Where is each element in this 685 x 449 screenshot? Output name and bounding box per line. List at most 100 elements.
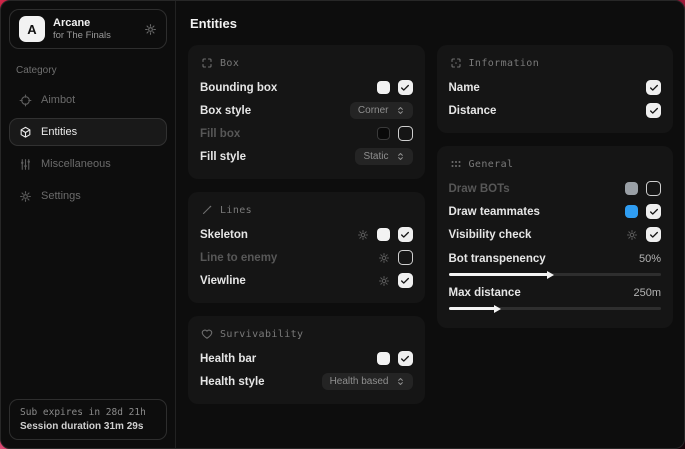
slider-thumb[interactable]: [547, 271, 554, 279]
dropdown-value: Static: [363, 151, 388, 162]
row-label: Line to enemy: [200, 252, 277, 264]
row-fill-style: Fill style Static: [200, 145, 413, 168]
row-bounding-box: Bounding box: [200, 76, 413, 99]
distance-checkbox[interactable]: [646, 103, 661, 118]
chevron-updown-icon: [396, 106, 405, 115]
draw-teammates-checkbox[interactable]: [646, 204, 661, 219]
health-style-dropdown[interactable]: Health based: [322, 373, 413, 390]
color-swatch[interactable]: [625, 182, 638, 195]
max-distance-slider[interactable]: [449, 307, 662, 310]
panel-general: General Draw BOTs Draw teammates: [437, 146, 674, 328]
row-label: Bot transpenency: [449, 253, 546, 265]
slider-value: 50%: [639, 253, 661, 265]
row-name: Name: [449, 76, 662, 99]
box-style-dropdown[interactable]: Corner: [350, 102, 413, 119]
info-scan-icon: [450, 57, 462, 69]
sidebar: A Arcane for The Finals Category: [1, 1, 176, 448]
heart-icon: [201, 328, 213, 340]
sidebar-item-miscellaneous[interactable]: Miscellaneous: [9, 150, 167, 178]
session-duration-text: Session duration 31m 29s: [20, 421, 156, 432]
row-label: Name: [449, 82, 480, 94]
color-swatch[interactable]: [377, 81, 390, 94]
skeleton-checkbox[interactable]: [398, 227, 413, 242]
subscription-info: Sub expires in 28d 21h Session duration …: [9, 399, 167, 440]
max-distance-setting: Max distance 250m: [449, 283, 662, 310]
main-content: Entities Box: [176, 1, 684, 448]
row-viewline: Viewline: [200, 269, 413, 292]
row-label: Box style: [200, 105, 251, 117]
bounding-box-checkbox[interactable]: [398, 80, 413, 95]
color-swatch[interactable]: [377, 228, 390, 241]
row-fill-box: Fill box: [200, 122, 413, 145]
row-box-style: Box style Corner: [200, 99, 413, 122]
page-title: Entities: [190, 16, 673, 31]
crosshair-icon: [19, 94, 32, 107]
row-label: Viewline: [200, 275, 246, 287]
row-label: Draw BOTs: [449, 183, 510, 195]
diagonal-line-icon: [201, 204, 213, 216]
panel-title: Information: [469, 58, 540, 69]
row-label: Fill style: [200, 151, 246, 163]
gear-icon[interactable]: [378, 275, 390, 287]
row-label: Max distance: [449, 287, 521, 299]
row-skeleton: Skeleton: [200, 223, 413, 246]
panel-survivability: Survivability Health bar Health style: [188, 316, 425, 404]
category-label: Category: [16, 65, 167, 76]
slider-thumb[interactable]: [494, 305, 501, 313]
panel-lines: Lines Skeleton: [188, 192, 425, 303]
gear-icon[interactable]: [144, 23, 157, 36]
row-draw-teammates: Draw teammates: [449, 200, 662, 223]
draw-bots-checkbox[interactable]: [646, 181, 661, 196]
row-draw-bots: Draw BOTs: [449, 177, 662, 200]
row-label: Bounding box: [200, 82, 277, 94]
sub-expires-text: Sub expires in 28d 21h: [20, 407, 156, 418]
name-checkbox[interactable]: [646, 80, 661, 95]
visibility-check-checkbox[interactable]: [646, 227, 661, 242]
row-label: Health style: [200, 376, 265, 388]
chevron-updown-icon: [396, 152, 405, 161]
viewfinder-icon: [201, 57, 213, 69]
sidebar-item-label: Miscellaneous: [41, 158, 111, 170]
panel-title: Lines: [220, 205, 252, 216]
slider-fill: [449, 307, 496, 310]
color-swatch[interactable]: [377, 127, 390, 140]
sidebar-item-settings[interactable]: Settings: [9, 182, 167, 210]
row-label: Fill box: [200, 128, 240, 140]
bot-transparency-setting: Bot transpenency 50%: [449, 249, 662, 276]
slider-value: 250m: [633, 287, 661, 299]
viewline-checkbox[interactable]: [398, 273, 413, 288]
gear-icon[interactable]: [626, 229, 638, 241]
row-label: Skeleton: [200, 229, 248, 241]
gear-icon[interactable]: [378, 252, 390, 264]
line-to-enemy-checkbox[interactable]: [398, 250, 413, 265]
color-swatch[interactable]: [625, 205, 638, 218]
dropdown-value: Corner: [358, 105, 389, 116]
panel-box: Box Bounding box Box style: [188, 45, 425, 179]
bot-transparency-slider[interactable]: [449, 273, 662, 276]
panel-information: Information Name Distance: [437, 45, 674, 133]
sidebar-item-aimbot[interactable]: Aimbot: [9, 86, 167, 114]
brand-subtitle: for The Finals: [53, 30, 111, 41]
panel-title: Survivability: [220, 329, 303, 340]
grid-dots-icon: [450, 158, 462, 170]
gear-icon: [19, 190, 32, 203]
fill-style-dropdown[interactable]: Static: [355, 148, 412, 165]
gear-icon[interactable]: [357, 229, 369, 241]
fill-box-checkbox[interactable]: [398, 126, 413, 141]
avatar: A: [19, 16, 45, 42]
entities-icon: [19, 126, 32, 139]
brand-card: A Arcane for The Finals: [9, 9, 167, 49]
sliders-icon: [19, 158, 32, 171]
app-window: A Arcane for The Finals Category: [0, 0, 685, 449]
panel-title: Box: [220, 58, 239, 69]
color-swatch[interactable]: [377, 352, 390, 365]
row-line-to-enemy: Line to enemy: [200, 246, 413, 269]
health-bar-checkbox[interactable]: [398, 351, 413, 366]
row-label: Draw teammates: [449, 206, 540, 218]
panel-title: General: [469, 159, 514, 170]
brand-title: Arcane: [53, 17, 111, 29]
row-label: Distance: [449, 105, 497, 117]
row-visibility-check: Visibility check: [449, 223, 662, 246]
sidebar-item-entities[interactable]: Entities: [9, 118, 167, 146]
chevron-updown-icon: [396, 377, 405, 386]
